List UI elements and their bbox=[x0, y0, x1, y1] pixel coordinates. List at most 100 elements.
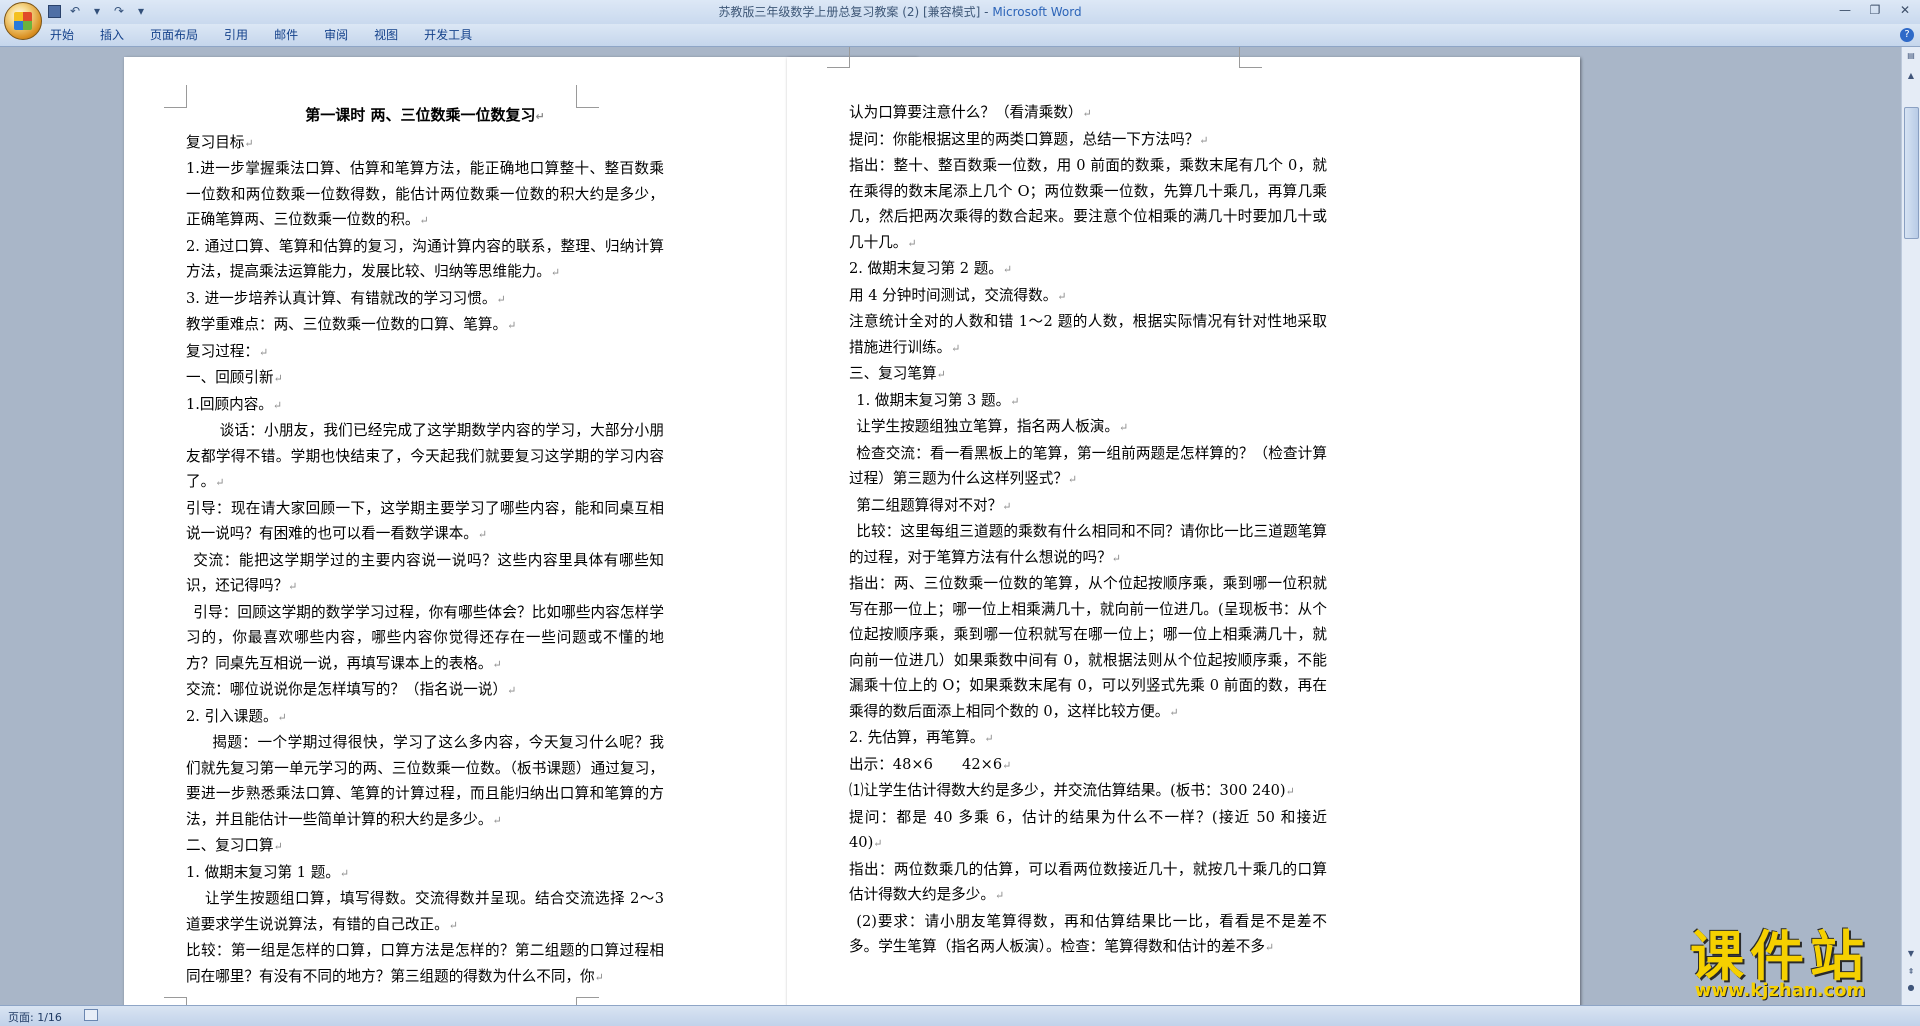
app-name: Microsoft Word bbox=[992, 5, 1082, 19]
ribbon-tab[interactable]: 开始 bbox=[50, 24, 74, 46]
document-page-2: 认为口算要注意什么？（看清乘数）↵ 提问：你能根据这里的两类口算题，总结一下方法吗… bbox=[787, 47, 1580, 1005]
document-paragraph: 2. 通过口算、笔算和估算的复习，沟通计算内容的联系，整理、归纳计算方法，提高乘… bbox=[186, 237, 664, 281]
paragraph-mark-icon: ↵ bbox=[1002, 499, 1012, 513]
paragraph-mark-icon: ↵ bbox=[873, 837, 883, 850]
crop-mark bbox=[164, 997, 187, 1005]
title-bar: ↶ ▾ ↷ ▾ 苏教版三年级数学上册总复习教案 (2) [兼容模式] - Mic… bbox=[0, 0, 1920, 40]
document-paragraph: 2. 引入课题。↵ bbox=[186, 707, 287, 725]
document-paragraph: 交流：哪位说说你是怎样填写的？（指名说一说）↵ bbox=[186, 681, 517, 698]
ribbon-tab[interactable]: 页面布局 bbox=[150, 24, 198, 46]
document-paragraph: 3. 进一步培养认真计算、有错就改的学习习惯。↵ bbox=[186, 289, 506, 307]
document-paragraph: 注意统计全对的人数和错 1～2 题的人数，根据实际情况有针对性地采取措施进行训练… bbox=[849, 313, 1327, 356]
crop-mark bbox=[1239, 47, 1262, 68]
document-paragraph: 谈话：小朋友，我们已经完成了这学期数学内容的学习，大部分小朋友都学得不错。学期也… bbox=[186, 422, 664, 490]
ribbon-tab[interactable]: 插入 bbox=[100, 24, 124, 46]
office-button[interactable] bbox=[4, 2, 42, 40]
paragraph-mark-icon: ↵ bbox=[936, 368, 946, 381]
previous-page-icon[interactable]: ⇞ bbox=[1904, 965, 1918, 979]
paragraph-mark-icon: ↵ bbox=[477, 528, 488, 541]
document-paragraph: 复习过程：↵ bbox=[186, 342, 269, 360]
paragraph-mark-icon: ↵ bbox=[1285, 785, 1295, 798]
document-paragraph: 指出：整十、整百数乘一位数，用 0 前面的数乘，乘数末尾有几个 0，就在乘得的数… bbox=[849, 157, 1327, 251]
paragraph-mark-icon: ↵ bbox=[1002, 263, 1013, 276]
paragraph-mark-icon: ↵ bbox=[535, 110, 545, 123]
watermark-text: 课件站 bbox=[1690, 925, 1870, 988]
paragraph-mark-icon: ↵ bbox=[1082, 107, 1092, 120]
document-paragraph: 二、复习口算↵ bbox=[186, 837, 283, 854]
document-workspace: 第一课时 两、三位数乘一位数复习↵ 复习目标↵ 1.进一步掌握乘法口算、估算和笔算方… bbox=[0, 47, 1902, 1005]
document-paragraph: 引导：回顾这学期的数学学习过程，你有哪些体会？比如哪些内容怎样学习的，你最喜欢哪… bbox=[186, 603, 664, 672]
scrollbar-thumb[interactable] bbox=[1904, 107, 1919, 239]
page-1-text[interactable]: 第一课时 两、三位数乘一位数复习↵ 复习目标↵ 1.进一步掌握乘法口算、估算和笔算方… bbox=[186, 103, 664, 990]
ruler-toggle-icon[interactable]: ▤ bbox=[1904, 49, 1918, 63]
window-title: 苏教版三年级数学上册总复习教案 (2) [兼容模式] - Microsoft W… bbox=[0, 0, 1800, 24]
document-paragraph: 比较：这里每组三道题的乘数有什么相同和不同？请你比一比三道题笔算的过程，对于笔算… bbox=[849, 523, 1327, 566]
document-paragraph: 一、回顾引新↵ bbox=[186, 369, 283, 386]
document-paragraph: 交流：能把这学期学过的主要内容说一说吗？这些内容里具体有哪些知识，还记得吗？↵ bbox=[186, 551, 664, 595]
document-paragraph: 指出：两、三位数乘一位数的笔算，从个位起按顺序乘，乘到哪一位积就写在那一位上；哪… bbox=[849, 575, 1327, 720]
paragraph-mark-icon: ↵ bbox=[1169, 705, 1179, 719]
ribbon-tab[interactable]: 视图 bbox=[374, 24, 398, 46]
proofing-status-icon[interactable] bbox=[84, 1009, 98, 1021]
vertical-scrollbar[interactable]: ▤ ▲ ▼ ⇞ ● bbox=[1901, 47, 1920, 1005]
browse-object-icon[interactable]: ● bbox=[1904, 981, 1918, 995]
document-paragraph: 引导：现在请大家回顾一下，这学期主要学习了哪些内容，能和同桌互相说一说吗？有困难… bbox=[186, 499, 664, 543]
paragraph-mark-icon: ↵ bbox=[550, 266, 561, 279]
paragraph-mark-icon: ↵ bbox=[492, 813, 502, 827]
document-paragraph: 2. 先估算，再笔算。↵ bbox=[849, 729, 994, 746]
document-paragraph: 复习目标↵ bbox=[186, 133, 254, 151]
document-paragraph: (2)要求：请小朋友笔算得数，再和估算结果比一比，看看是不是差不多。学生笔算（指… bbox=[849, 912, 1327, 956]
document-paragraph: 1.回顾内容。↵ bbox=[186, 395, 283, 413]
document-paragraph: 提问：都是 40 多乘 6，估计的结果为什么不一样？(接近 50 和接近 40)… bbox=[849, 808, 1327, 852]
paragraph-mark-icon: ↵ bbox=[1057, 289, 1067, 303]
document-paragraph: 第二组题算得对不对？↵ bbox=[856, 496, 1012, 514]
status-bar: 页面: 1/16 bbox=[0, 1005, 1920, 1026]
document-paragraph: 指出：两位数乘几的估算，可以看两位数接近几十，就按几十乘几的口算估计得数大约是多… bbox=[849, 860, 1327, 904]
ribbon-tab[interactable]: 邮件 bbox=[274, 24, 298, 46]
document-paragraph: 第一课时 两、三位数乘一位数复习↵ bbox=[305, 106, 545, 124]
document-paragraph: 比较：第一组是怎样的口算，口算方法是怎样的？第二组题的口算过程相同在哪里？有没有… bbox=[186, 942, 664, 985]
paragraph-mark-icon: ↵ bbox=[507, 684, 517, 697]
document-paragraph: 1. 做期末复习第 1 题。↵ bbox=[186, 863, 350, 881]
paragraph-mark-icon: ↵ bbox=[277, 710, 287, 724]
document-paragraph: 认为口算要注意什么？（看清乘数）↵ bbox=[849, 104, 1092, 121]
paragraph-mark-icon: ↵ bbox=[594, 970, 604, 984]
crop-mark bbox=[827, 47, 850, 68]
help-icon[interactable]: ? bbox=[1900, 28, 1914, 42]
paragraph-mark-icon: ↵ bbox=[1010, 394, 1020, 408]
paragraph-mark-icon: ↵ bbox=[215, 476, 225, 489]
paragraph-mark-icon: ↵ bbox=[1002, 758, 1012, 772]
ribbon-tab[interactable]: 引用 bbox=[224, 24, 248, 46]
ribbon-tab[interactable]: 开发工具 bbox=[424, 24, 472, 46]
minimize-icon[interactable]: — bbox=[1830, 0, 1860, 20]
ribbon-tabs: 开始 插入 页面布局 引用 邮件 审阅 视图 开发工具 bbox=[50, 24, 498, 46]
paragraph-mark-icon: ↵ bbox=[1119, 421, 1129, 434]
paragraph-mark-icon: ↵ bbox=[994, 889, 1005, 902]
ribbon-tab[interactable]: 审阅 bbox=[324, 24, 348, 46]
paragraph-mark-icon: ↵ bbox=[496, 292, 506, 306]
scroll-up-icon[interactable]: ▲ bbox=[1904, 69, 1918, 83]
paragraph-mark-icon: ↵ bbox=[288, 580, 298, 593]
page-2-text[interactable]: 认为口算要注意什么？（看清乘数）↵ 提问：你能根据这里的两类口算题，总结一下方法吗… bbox=[849, 100, 1327, 961]
scroll-down-icon[interactable]: ▼ bbox=[1904, 947, 1918, 961]
close-icon[interactable]: ✕ bbox=[1890, 0, 1920, 20]
paragraph-mark-icon: ↵ bbox=[984, 732, 994, 745]
document-paragraph: 让学生按题组口算，填写得数。交流得数并呈现。结合交流选择 2～3 道要求学生说说… bbox=[186, 890, 664, 933]
paragraph-mark-icon: ↵ bbox=[273, 372, 283, 385]
paragraph-mark-icon: ↵ bbox=[244, 136, 254, 150]
document-paragraph: 让学生按题组独立笔算，指名两人板演。↵ bbox=[856, 418, 1129, 435]
paragraph-mark-icon: ↵ bbox=[1199, 133, 1209, 147]
document-name: 苏教版三年级数学上册总复习教案 (2) [兼容模式] - bbox=[718, 5, 993, 19]
paragraph-mark-icon: ↵ bbox=[272, 398, 283, 412]
document-paragraph: 出示：48×6 42×6↵ bbox=[849, 755, 1012, 773]
ribbon: 开始 插入 页面布局 引用 邮件 审阅 视图 开发工具 ? bbox=[0, 24, 1920, 47]
page-counter[interactable]: 页面: 1/16 bbox=[8, 1009, 62, 1025]
paragraph-mark-icon: ↵ bbox=[1264, 941, 1275, 954]
restore-icon[interactable]: ❐ bbox=[1860, 0, 1890, 20]
crop-mark bbox=[576, 997, 599, 1005]
document-paragraph: 提问：你能根据这里的两类口算题，总结一下方法吗？↵ bbox=[849, 130, 1209, 148]
crop-mark bbox=[164, 85, 187, 108]
office-logo-icon bbox=[14, 12, 32, 30]
paragraph-mark-icon: ↵ bbox=[419, 214, 429, 227]
document-paragraph: 检查交流：看一看黑板上的笔算，第一组前两题是怎样算的？（检查计算过程）第三题为什… bbox=[849, 444, 1327, 488]
